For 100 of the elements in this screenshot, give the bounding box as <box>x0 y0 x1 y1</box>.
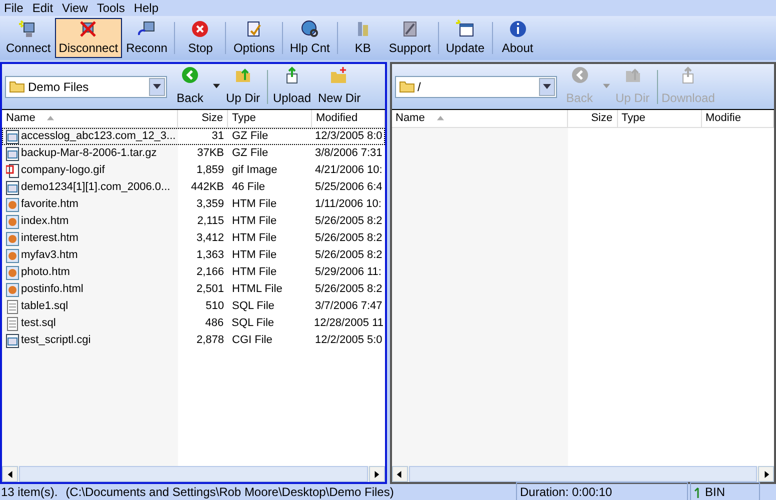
column-header[interactable]: Size <box>568 110 618 127</box>
column-header[interactable]: Type <box>618 110 702 127</box>
text-file-icon <box>6 300 19 314</box>
toolbar-button[interactable]: Reconn <box>122 18 172 58</box>
folder-up-icon <box>234 66 252 84</box>
toolbar-button[interactable]: Support <box>384 18 435 58</box>
file-row[interactable]: table1.sql 510 SQL File 3/7/2006 7:47 <box>2 298 384 315</box>
web-file-icon <box>6 266 19 280</box>
column-header[interactable]: Modifie <box>702 110 774 127</box>
panel-toolbar-button[interactable]: Up Dir <box>220 64 266 108</box>
toolbar-button[interactable]: Options <box>229 18 279 58</box>
file-type: HTM File <box>231 231 278 246</box>
file-modified: 4/21/2006 10: <box>314 163 382 178</box>
file-row[interactable]: test.sql 486 SQL File 12/28/2005 11 <box>2 315 384 332</box>
web-file-icon <box>6 214 19 228</box>
file-row[interactable]: photo.htm 2,166 HTM File 5/29/2006 11: <box>2 264 384 281</box>
file-name: interest.htm <box>21 231 78 246</box>
file-modified: 5/26/2005 8:2 <box>314 214 382 230</box>
file-icon <box>6 334 19 348</box>
file-icon <box>6 130 19 144</box>
file-type: GZ File <box>231 146 270 162</box>
toolbar-button[interactable]: KB <box>340 18 385 58</box>
text-file-icon <box>6 316 19 330</box>
file-row[interactable]: accesslog_abc123.com_12_3... 31 GZ File 12/3/2005 8:0 <box>2 128 384 145</box>
toolbar-button[interactable]: Disconnect <box>54 18 122 58</box>
caret-icon[interactable] <box>153 82 161 90</box>
toolbar-button[interactable]: Update <box>442 18 489 58</box>
file-type: HTM File <box>231 248 278 264</box>
file-row[interactable]: myfav3.htm 1,363 HTM File 5/26/2005 8:2 <box>2 247 384 264</box>
file-row[interactable]: postinfo.html 2,501 HTML File 5/26/2005 8:2 <box>2 281 384 298</box>
horizontal-scrollbar[interactable] <box>392 466 774 482</box>
panel-toolbar-button[interactable]: Back <box>167 64 213 108</box>
file-size: 3,359 <box>195 197 225 212</box>
file-row[interactable]: demo1234[1][1].com_2006.0... 442KB 46 File 5/25/2006 6:4 <box>2 179 384 196</box>
file-modified: 5/25/2006 6:4 <box>314 180 382 196</box>
file-name: table1.sql <box>21 299 68 314</box>
file-modified: 1/11/2006 10: <box>314 197 382 212</box>
file-size: 2,115 <box>196 214 225 230</box>
path-dropdown[interactable]: / <box>394 76 556 98</box>
toolbar-button[interactable]: Stop <box>178 18 222 58</box>
file-size: 510 <box>204 299 225 314</box>
caret-icon[interactable] <box>542 82 550 90</box>
menu-item[interactable]: Tools <box>92 0 129 17</box>
new-folder-icon <box>330 66 348 84</box>
file-name: demo1234[1][1].com_2006.0... <box>21 180 170 196</box>
web-file-icon <box>6 232 19 246</box>
file-modified: 5/26/2005 8:2 <box>314 248 382 264</box>
file-modified: 3/7/2006 7:47 <box>314 299 382 314</box>
scroll-right-icon[interactable] <box>762 470 770 478</box>
toolbar-button[interactable]: Connect <box>2 18 55 58</box>
file-type: HTM File <box>231 265 278 280</box>
file-name: test.sql <box>21 316 56 332</box>
panel-toolbar-button[interactable]: Upload <box>269 64 315 108</box>
info-icon <box>508 19 528 39</box>
dropdown-button[interactable] <box>149 78 165 96</box>
status-path: (C:\Documents and Settings\Rob Moore\Desktop\Demo Files) <box>66 484 395 500</box>
file-row[interactable]: favorite.htm 3,359 HTM File 1/11/2006 10: <box>2 196 384 213</box>
path-dropdown[interactable]: Demo Files <box>5 76 167 98</box>
file-type: 46 File <box>231 180 266 196</box>
file-name: photo.htm <box>21 265 70 280</box>
dropdown-button[interactable] <box>538 78 554 96</box>
path-text: / <box>418 78 422 96</box>
file-row[interactable]: test_scriptl.cgi 2,878 CGI File 12/2/2005 5:0 <box>2 332 384 349</box>
file-name: postinfo.html <box>21 282 84 298</box>
update-icon <box>455 19 476 39</box>
panel-toolbar-button[interactable]: New Dir <box>315 64 364 108</box>
web-file-icon <box>6 282 19 296</box>
scroll-left-icon[interactable] <box>6 470 14 478</box>
file-modified: 12/3/2005 8:0 <box>314 129 382 144</box>
horizontal-scrollbar[interactable] <box>2 466 384 482</box>
folder-icon <box>398 80 414 93</box>
web-file-icon <box>6 198 19 212</box>
file-size: 2,878 <box>195 333 225 348</box>
menu-item[interactable]: File <box>0 0 28 17</box>
file-row[interactable]: index.htm 2,115 HTM File 5/26/2005 8:2 <box>2 213 384 230</box>
caret-icon[interactable] <box>213 83 220 90</box>
toolbar-button[interactable]: About <box>496 18 540 58</box>
file-size: 442KB <box>190 180 225 196</box>
toolbar-button[interactable]: Hlp Cnt <box>286 18 334 58</box>
menu-item[interactable]: View <box>58 0 92 17</box>
file-row[interactable]: interest.htm 3,412 HTM File 5/26/2005 8:2 <box>2 230 384 247</box>
file-row[interactable]: backup-Mar-8-2006-1.tar.gz 37KB GZ File 3/8/2006 7:31 <box>2 145 384 162</box>
file-row[interactable]: company-logo.gif 1,859 gif Image 4/21/2006 10: <box>2 162 384 179</box>
file-size: 31 <box>210 129 225 144</box>
image-file-icon <box>6 164 19 178</box>
web-file-icon <box>6 248 19 262</box>
transfer-mode: BIN <box>690 482 760 500</box>
file-type: GZ File <box>231 129 270 144</box>
help-icon <box>300 19 320 39</box>
scroll-left-icon[interactable] <box>396 470 403 478</box>
file-type: HTM File <box>231 214 278 230</box>
file-type: gif Image <box>231 163 278 178</box>
menu-item[interactable]: Help <box>130 0 163 17</box>
scroll-right-icon[interactable] <box>373 470 380 478</box>
file-icon <box>6 180 19 194</box>
file-type: HTM File <box>231 197 278 212</box>
file-size: 2,166 <box>195 265 225 280</box>
file-name: backup-Mar-8-2006-1.tar.gz <box>21 146 157 162</box>
stop-icon <box>190 19 210 39</box>
menu-item[interactable]: Edit <box>28 0 58 17</box>
